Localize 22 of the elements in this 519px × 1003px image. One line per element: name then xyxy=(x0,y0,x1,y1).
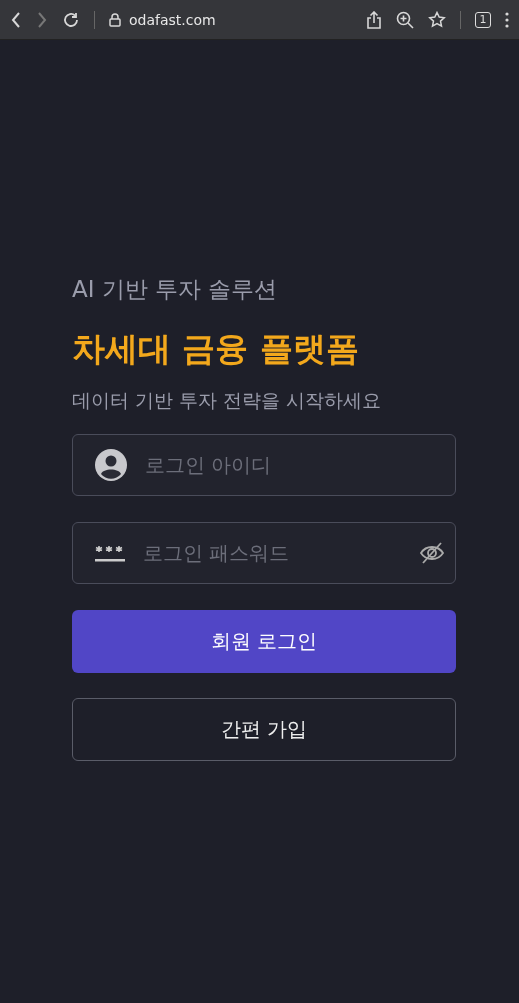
tagline: AI 기반 투자 솔루션 xyxy=(72,275,279,304)
share-icon[interactable] xyxy=(366,10,382,29)
star-icon[interactable] xyxy=(428,10,446,29)
lock-icon xyxy=(109,12,121,27)
tab-count[interactable]: 1 xyxy=(475,11,491,28)
zoom-icon[interactable] xyxy=(396,10,414,29)
back-icon[interactable] xyxy=(10,10,22,29)
subtitle: 데이터 기반 투자 전략을 시작하세요 xyxy=(72,388,383,413)
username-field[interactable]: 로그인 아이디 xyxy=(143,452,445,478)
password-box[interactable]: 로그인 패스워드 xyxy=(72,522,456,584)
password-icon xyxy=(95,544,125,562)
reload-icon[interactable] xyxy=(62,10,80,29)
username-box[interactable]: 로그인 아이디 xyxy=(72,434,456,496)
forward-icon[interactable] xyxy=(36,10,48,29)
user-icon xyxy=(95,449,127,481)
url-text[interactable]: odafast.com xyxy=(129,11,216,28)
signup-button[interactable]: 간편 가입 xyxy=(72,698,456,761)
headline: 차세대 금융 플랫폼 xyxy=(72,328,360,370)
menu-icon[interactable] xyxy=(505,11,509,28)
login-button[interactable]: 회원 로그인 xyxy=(72,610,456,673)
password-field[interactable]: 로그인 패스워드 xyxy=(141,540,403,566)
eye-off-icon[interactable] xyxy=(419,541,445,565)
